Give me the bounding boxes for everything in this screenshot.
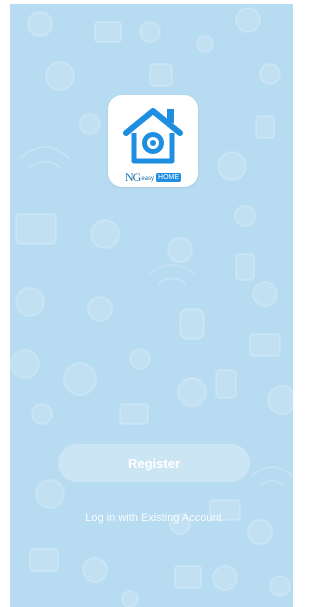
register-button[interactable]: Register	[58, 444, 250, 482]
brand-ng-text: NG	[125, 169, 141, 184]
brand-home-badge: HOME	[156, 172, 182, 182]
house-camera-icon	[123, 108, 183, 164]
welcome-screen: NG easy HOME Register Log in with Existi…	[10, 4, 293, 607]
brand-easy-text: easy	[141, 176, 155, 182]
brand-name: NG easy HOME	[125, 169, 182, 185]
app-logo: NG easy HOME	[108, 95, 198, 187]
login-existing-account-link[interactable]: Log in with Existing Account	[10, 512, 293, 524]
